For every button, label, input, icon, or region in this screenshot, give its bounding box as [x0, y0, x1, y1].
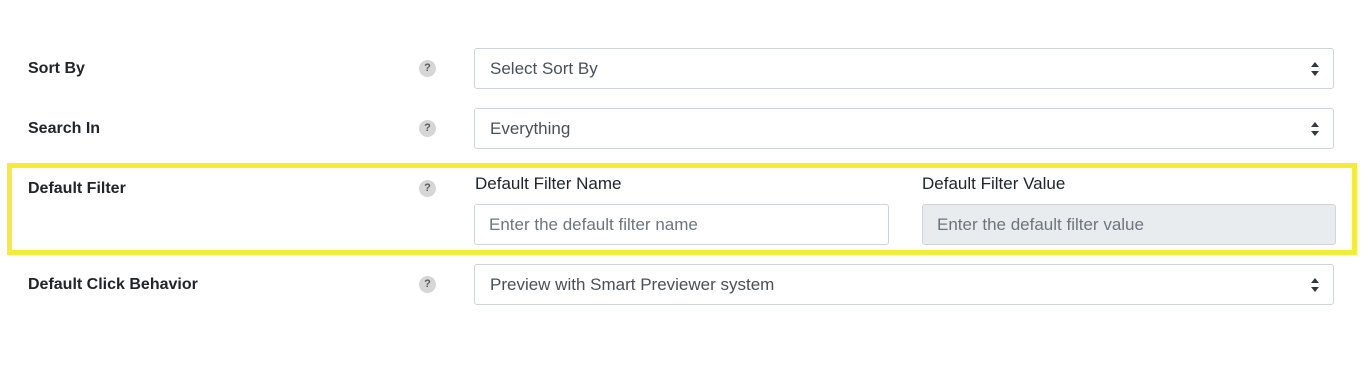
help-icon[interactable]: ?: [419, 180, 436, 197]
select-arrows-icon: [1311, 278, 1319, 292]
search-in-label: Search In: [28, 120, 101, 137]
default-filter-value-input[interactable]: [922, 204, 1336, 245]
default-filter-name-label: Default Filter Name: [475, 174, 622, 193]
default-click-behavior-select[interactable]: Preview with Smart Previewer system: [474, 264, 1334, 305]
default-filter-value-label: Default Filter Value: [922, 174, 1066, 193]
sort-by-label: Sort By: [28, 60, 85, 77]
select-arrows-icon: [1311, 122, 1319, 136]
sort-by-select[interactable]: Select Sort By: [474, 48, 1334, 89]
help-icon[interactable]: ?: [419, 276, 436, 293]
default-filter-label: Default Filter: [28, 180, 126, 197]
help-icon[interactable]: ?: [419, 60, 436, 77]
help-icon[interactable]: ?: [419, 120, 436, 137]
search-in-select[interactable]: Everything: [474, 108, 1334, 149]
default-click-behavior-selected-value: Preview with Smart Previewer system: [490, 275, 775, 294]
default-filter-name-input[interactable]: [474, 204, 889, 245]
sort-by-selected-value: Select Sort By: [490, 59, 598, 78]
default-click-behavior-label: Default Click Behavior: [28, 276, 198, 293]
search-in-selected-value: Everything: [490, 119, 571, 138]
select-arrows-icon: [1311, 62, 1319, 76]
